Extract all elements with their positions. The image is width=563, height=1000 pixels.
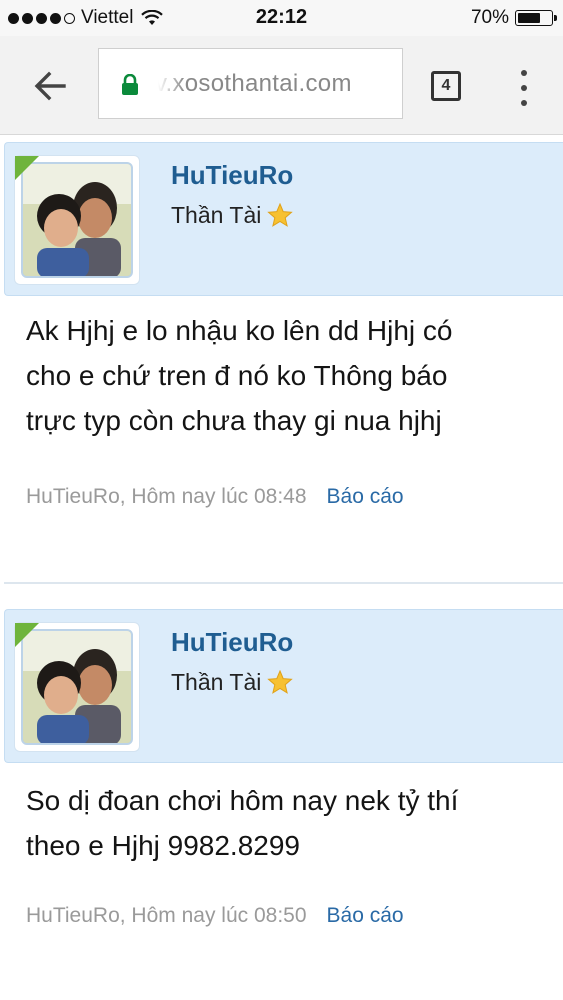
post-meta: HuTieuRo, Hôm nay lúc 08:48 Báo cáo: [26, 485, 404, 509]
online-indicator: [15, 623, 39, 647]
username-link[interactable]: HuTieuRo: [171, 160, 293, 191]
star-icon: [267, 670, 294, 694]
back-arrow-icon[interactable]: [30, 66, 70, 106]
avatar-frame[interactable]: [14, 622, 140, 752]
report-link[interactable]: Báo cáo: [327, 904, 404, 927]
user-rank: Thần Tài: [171, 202, 294, 229]
address-bar[interactable]: v.xosothantai.com: [98, 48, 403, 119]
post-message-line: theo e Hjhj 9982.8299: [26, 830, 300, 861]
avatar-photo: [23, 164, 131, 276]
lock-icon: [122, 74, 138, 95]
post-author-time[interactable]: HuTieuRo, Hôm nay lúc 08:50: [26, 904, 307, 927]
post-message-line: So dị đoan chơi hôm nay nek tỷ thí: [26, 785, 459, 816]
post-message-line: cho e chứ tren đ nó ko Thông báo: [26, 360, 448, 391]
battery-level-fill: [518, 13, 540, 23]
report-link[interactable]: Báo cáo: [327, 485, 404, 508]
battery-area: 70%: [470, 7, 557, 29]
avatar-photo: [23, 631, 131, 743]
star-icon: [267, 203, 294, 227]
post-user-header: HuTieuRo Thần Tài: [4, 142, 563, 296]
post-message-line: Ak Hjhj e lo nhậu ko lên dd Hjhj có: [26, 315, 453, 346]
post-divider: [4, 582, 563, 584]
post-message-line: trực typ còn chưa thay gi nua hjhj: [26, 405, 442, 436]
post-message: Ak Hjhj e lo nhậu ko lên dd Hjhj có cho …: [26, 308, 563, 443]
post-meta: HuTieuRo, Hôm nay lúc 08:50 Báo cáo: [26, 904, 404, 928]
battery-icon: [515, 10, 557, 26]
battery-percent: 70%: [470, 7, 509, 28]
more-vert-icon[interactable]: [514, 70, 534, 106]
tab-switcher-button[interactable]: 4: [431, 71, 461, 101]
username-link[interactable]: HuTieuRo: [171, 627, 293, 658]
post-author-time[interactable]: HuTieuRo, Hôm nay lúc 08:48: [26, 485, 307, 508]
user-rank-label: Thần Tài: [171, 669, 262, 695]
online-indicator: [15, 156, 39, 180]
post-message: So dị đoan chơi hôm nay nek tỷ thí theo …: [26, 778, 563, 868]
post-user-header: HuTieuRo Thần Tài: [4, 609, 563, 763]
status-bar: Viettel 22:12 70%: [0, 0, 563, 36]
browser-toolbar: v.xosothantai.com 4: [0, 36, 563, 135]
user-rank: Thần Tài: [171, 669, 294, 696]
user-rank-label: Thần Tài: [171, 202, 262, 228]
avatar-frame[interactable]: [14, 155, 140, 285]
